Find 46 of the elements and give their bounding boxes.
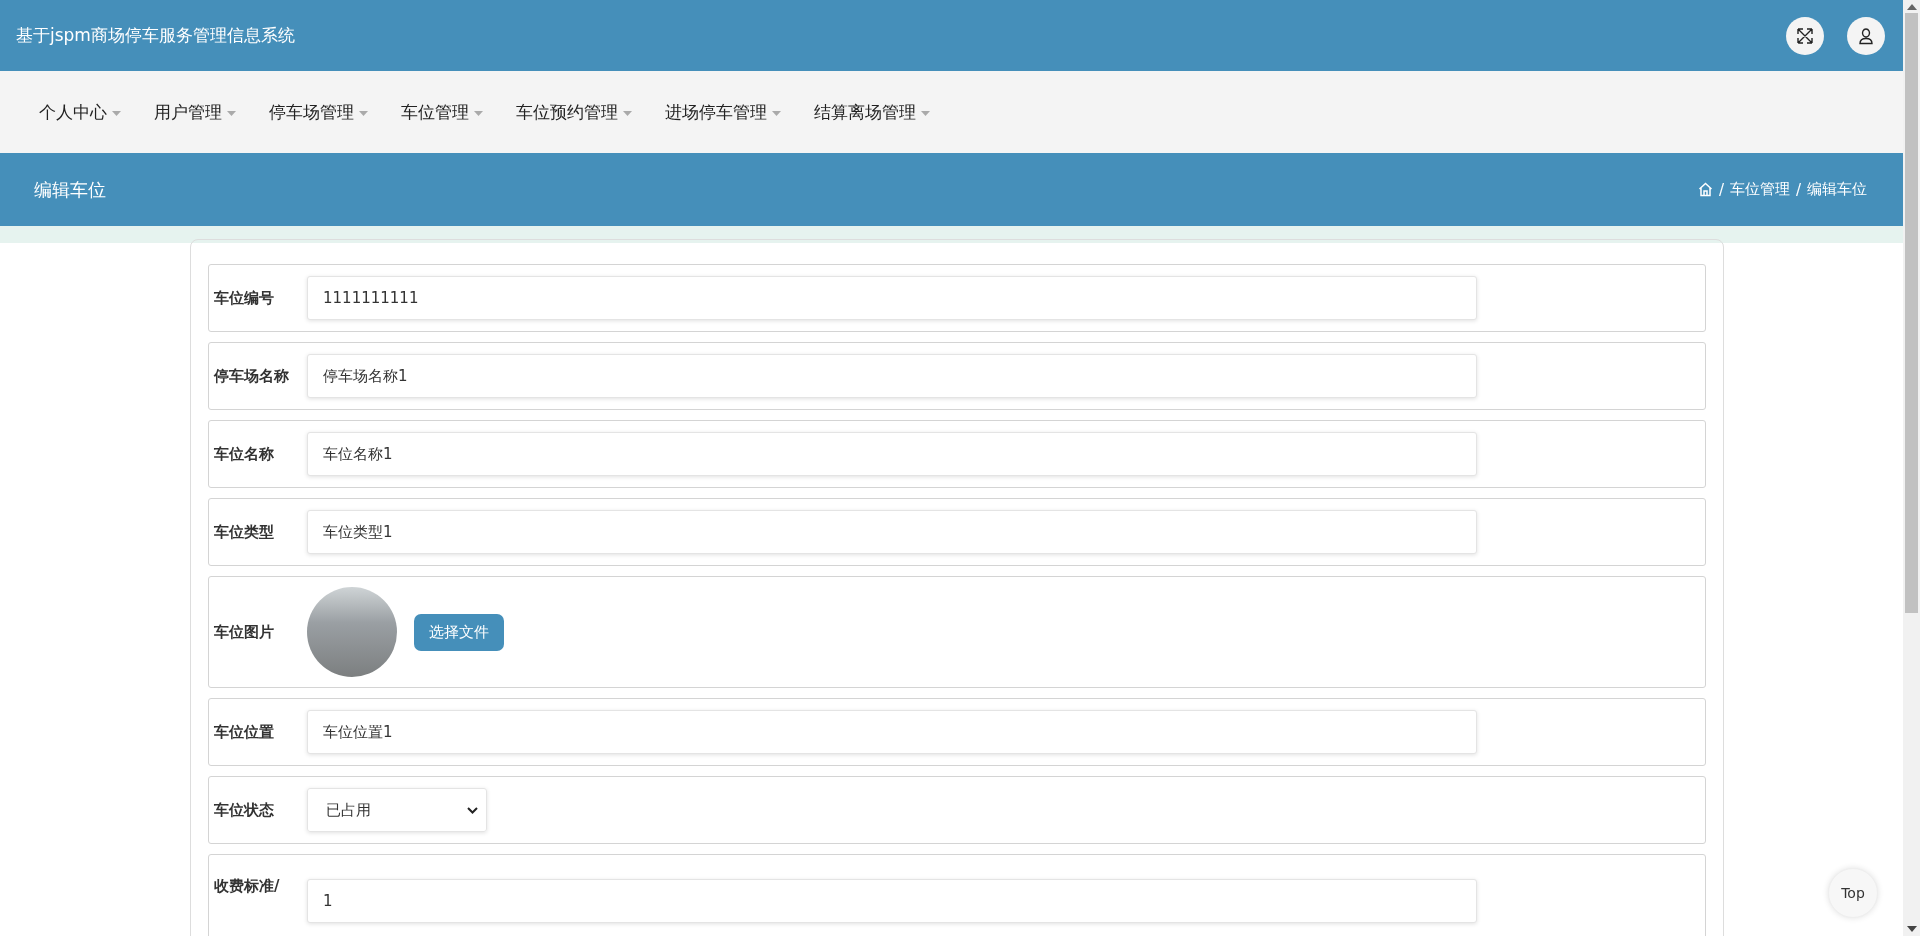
input-field[interactable]: 车位类型1 xyxy=(307,510,1477,554)
field-label: 车位位置 xyxy=(214,722,275,742)
caret-icon xyxy=(921,110,930,116)
breadcrumb-item[interactable]: 车位管理 xyxy=(1729,180,1790,199)
choose-file-button[interactable]: 选择文件 xyxy=(414,613,504,651)
input-field[interactable]: 1111111111 xyxy=(307,276,1477,320)
scrollbar[interactable] xyxy=(1903,0,1920,936)
breadcrumb-item[interactable]: 编辑车位 xyxy=(1807,180,1867,199)
field-label: 车位名称 xyxy=(214,444,275,464)
fullscreen-button[interactable] xyxy=(1786,16,1824,55)
nav-menu-item[interactable]: 车位管理 xyxy=(387,100,497,124)
user-button[interactable] xyxy=(1847,16,1885,55)
nav-menu-item[interactable]: 个人中心 xyxy=(25,100,135,124)
scroll-up-icon[interactable] xyxy=(1906,4,1917,10)
home-icon[interactable] xyxy=(1697,182,1713,197)
input-field[interactable]: 车位位置1 xyxy=(307,710,1477,754)
nav-menu-item[interactable]: 结算离场管理 xyxy=(800,100,944,124)
status-dropdown[interactable]: 已占用 xyxy=(307,788,487,832)
scroll-down-icon[interactable] xyxy=(1906,926,1917,932)
app-title: 基于jspm商场停车服务管理信息系统 xyxy=(16,24,295,47)
field-label: 车位状态 xyxy=(214,800,275,820)
breadcrumb-separator: / xyxy=(1718,180,1724,199)
user-icon xyxy=(1857,26,1875,45)
caret-icon xyxy=(359,110,368,116)
nav-menu-item[interactable]: 车位预约管理 xyxy=(502,100,646,124)
expand-arrows-icon xyxy=(1796,26,1814,45)
nav-menu-item[interactable]: 停车场管理 xyxy=(255,100,382,124)
caret-icon xyxy=(772,110,781,116)
field-label: 停车场名称 xyxy=(214,366,290,386)
page-title: 编辑车位 xyxy=(34,177,106,202)
field-label: 车位类型 xyxy=(214,522,275,542)
field-label: 收费标准/ xyxy=(214,877,281,896)
chevron-icon xyxy=(467,806,478,814)
caret-icon xyxy=(623,110,632,116)
input-field[interactable]: 停车场名称1 xyxy=(307,354,1477,398)
input-field[interactable]: 1 xyxy=(307,879,1477,923)
back-to-top-button[interactable]: Top xyxy=(1828,868,1878,918)
caret-icon xyxy=(474,110,483,116)
field-label: 车位图片 xyxy=(214,622,275,642)
caret-icon xyxy=(112,110,121,116)
caret-icon xyxy=(227,110,236,116)
breadcrumb-separator: / xyxy=(1795,180,1801,199)
input-field[interactable]: 车位名称1 xyxy=(307,432,1477,476)
nav-menu-item[interactable]: 进场停车管理 xyxy=(651,100,795,124)
field-label: 车位编号 xyxy=(214,288,275,308)
nav-menu-item[interactable]: 用户管理 xyxy=(140,100,250,124)
